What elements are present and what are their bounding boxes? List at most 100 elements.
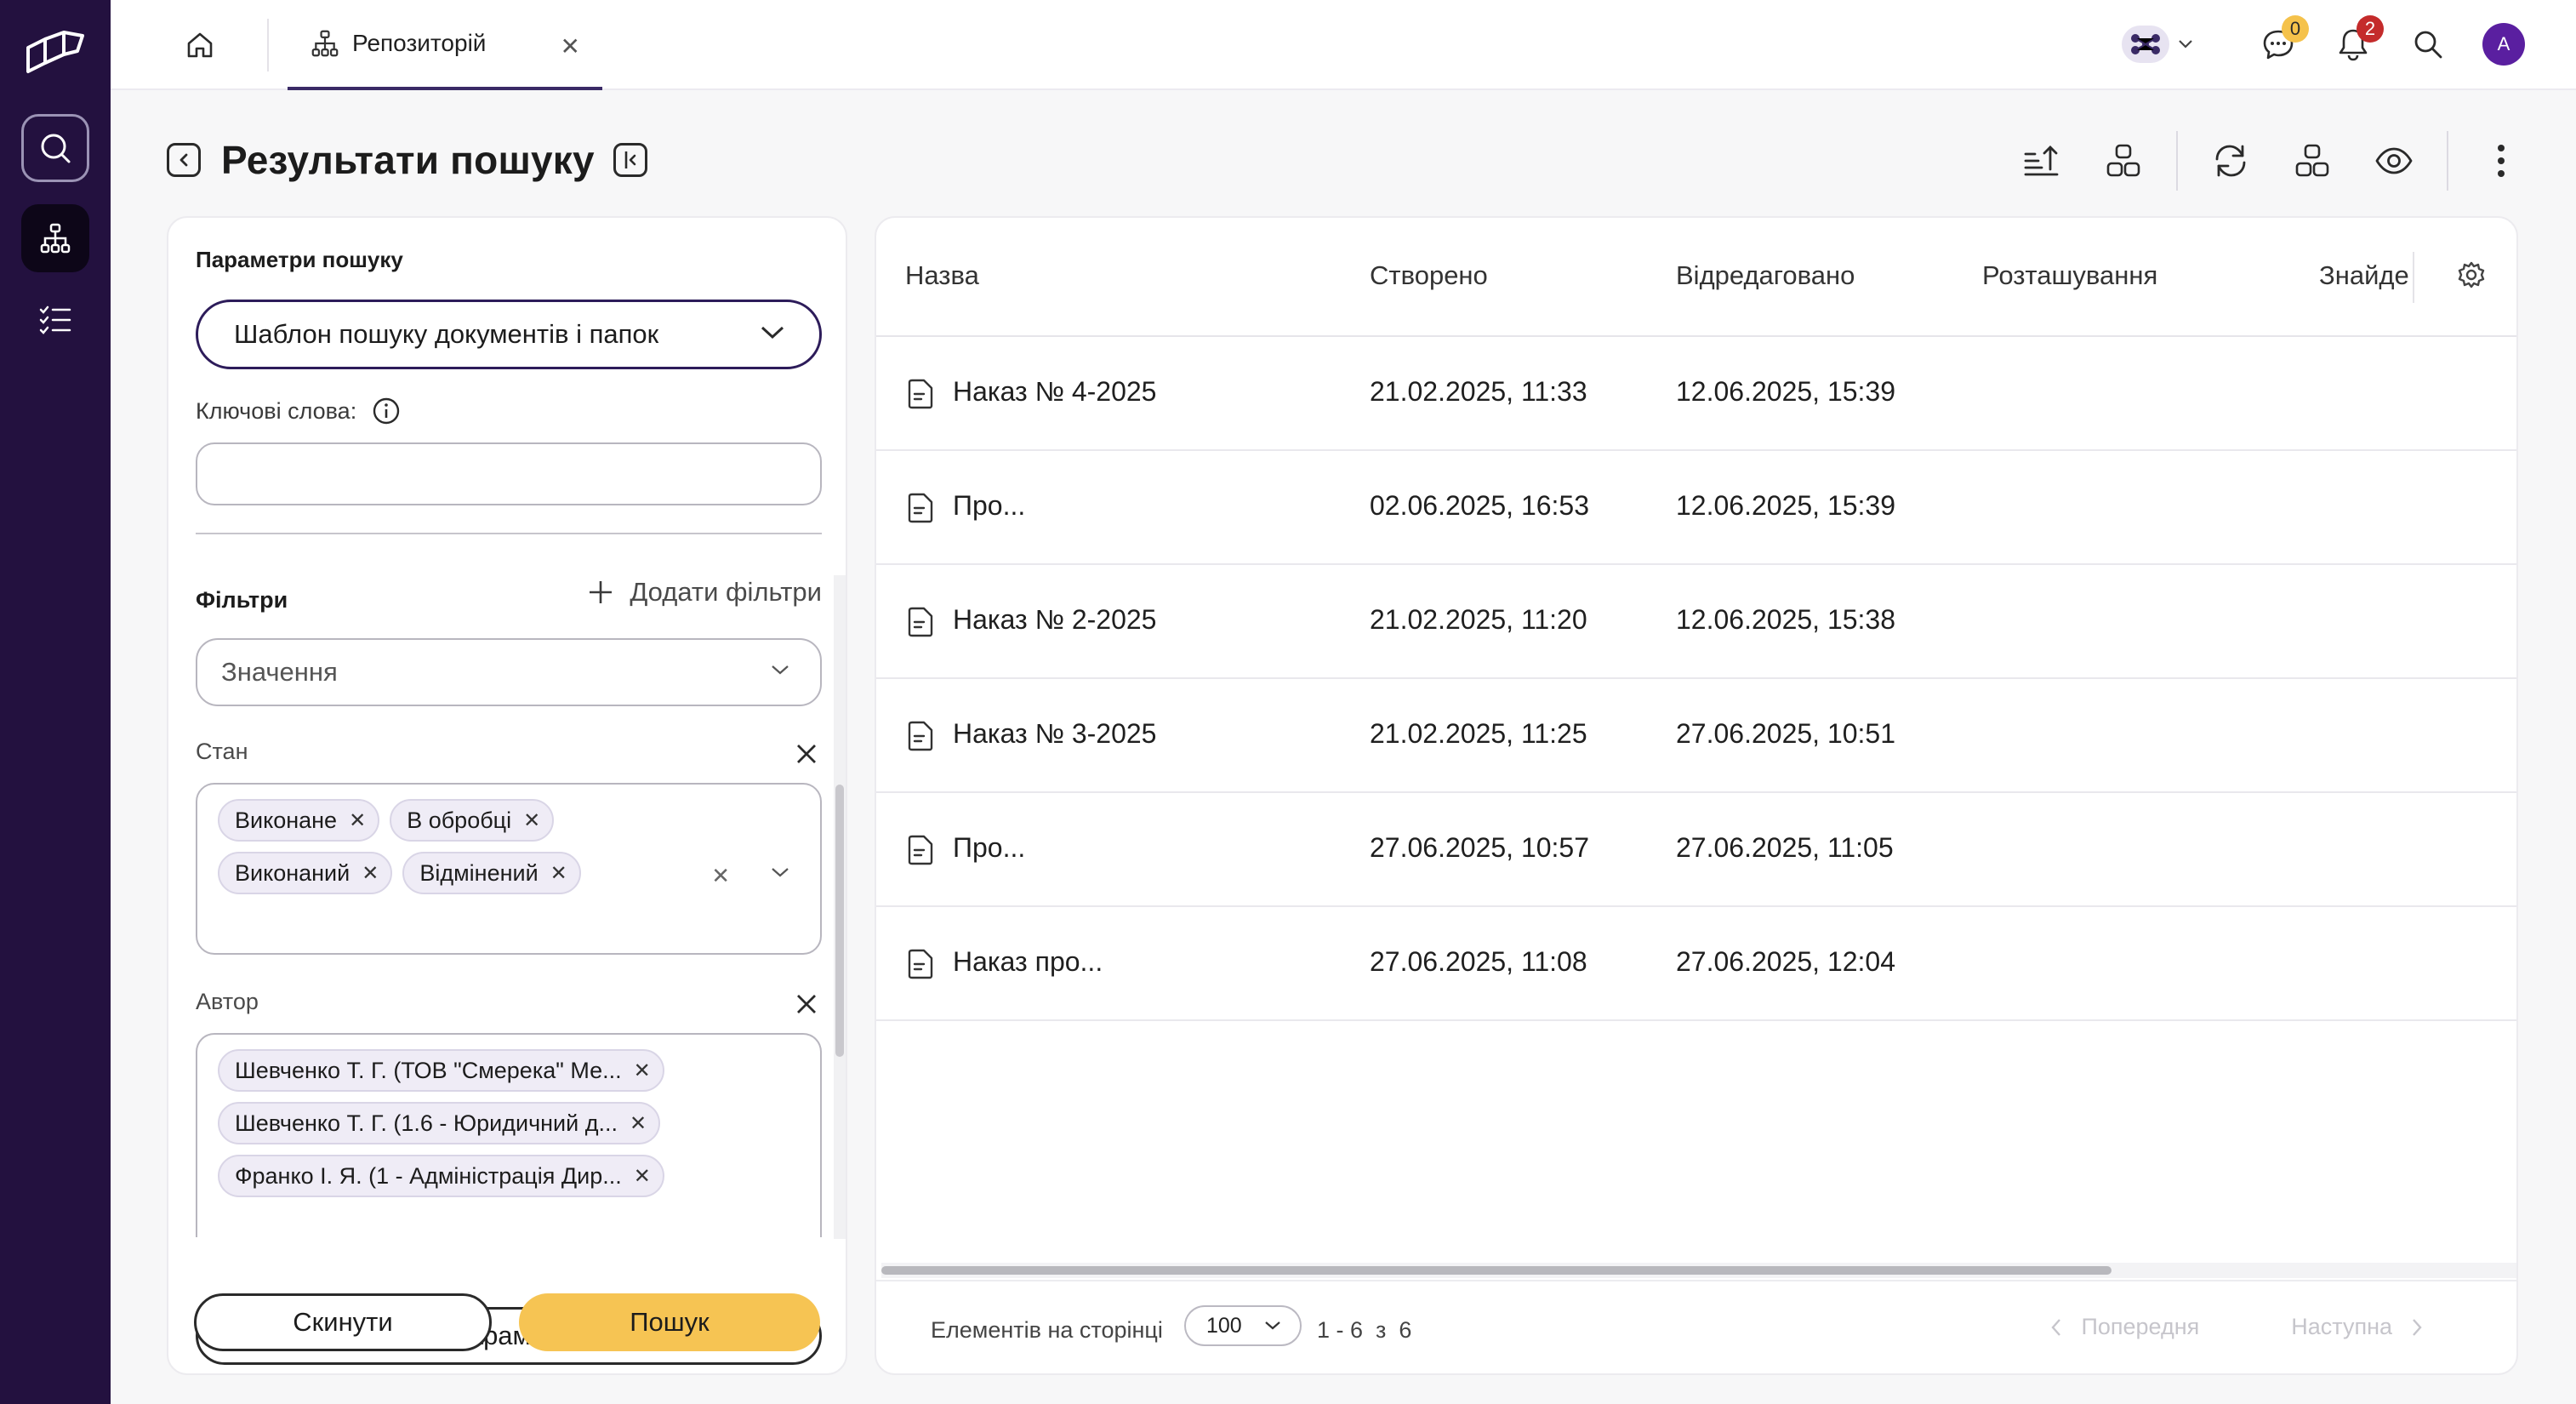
chevron-left-icon	[2051, 1318, 2061, 1336]
home-icon	[187, 32, 213, 58]
panel-scrollbar-thumb[interactable]	[835, 785, 844, 1057]
messages-button[interactable]: 0	[2254, 15, 2309, 68]
app-logo-icon[interactable]	[25, 29, 86, 77]
user-avatar[interactable]: A	[2482, 23, 2525, 66]
column-header-created[interactable]: Створено	[1370, 260, 1488, 291]
add-filters-button[interactable]: Додати фільтри	[587, 577, 822, 608]
search-button[interactable]: Пошук	[519, 1293, 820, 1351]
column-header-found[interactable]: Знайде	[2319, 260, 2413, 291]
search-template-select[interactable]: Шаблон пошуку документів і папок	[196, 300, 822, 369]
row-created: 02.06.2025, 16:53	[1370, 490, 1590, 521]
rail-search-button[interactable]	[21, 114, 89, 182]
chip-remove-icon[interactable]: ✕	[634, 1164, 651, 1189]
reset-button[interactable]: Скинути	[194, 1293, 492, 1351]
pagination-footer: Елементів на сторінці 100 1 - 6 з 6 Попе…	[876, 1280, 2516, 1373]
rail-repository-button[interactable]	[21, 204, 89, 272]
filter-value-placeholder: Значення	[221, 657, 338, 687]
next-page-button[interactable]: Наступна	[2291, 1314, 2423, 1340]
chip-state-completed: Виконаний ✕	[218, 852, 393, 894]
next-page-label: Наступна	[2291, 1314, 2392, 1339]
notifications-button[interactable]: 2	[2329, 15, 2384, 68]
chip-remove-icon[interactable]: ✕	[634, 1059, 651, 1083]
top-actions: 0 2 A	[2122, 15, 2525, 70]
tab-close-icon[interactable]: ✕	[561, 32, 580, 60]
table-row[interactable]: Наказ про... 27.06.2025, 11:08 27.06.202…	[876, 907, 2516, 1021]
collapse-panel-button[interactable]	[613, 143, 647, 177]
refresh-button[interactable]	[2207, 137, 2254, 185]
row-edited: 27.06.2025, 11:05	[1676, 832, 1894, 863]
chip-state-processing: В обробці ✕	[390, 799, 555, 842]
grid-icon	[2295, 144, 2329, 177]
page-title: Результати пошуку	[221, 138, 595, 182]
filter-value-select[interactable]: Значення	[196, 638, 822, 706]
row-name: Про...	[953, 490, 1026, 521]
chip-remove-icon[interactable]: ✕	[630, 1111, 647, 1136]
chevron-down-icon[interactable]	[771, 866, 789, 878]
chip-author: Франко І. Я. (1 - Адміністрація Дир... ✕	[218, 1155, 664, 1197]
global-search-button[interactable]	[2404, 20, 2452, 68]
table-row[interactable]: Про... 02.06.2025, 16:53 12.06.2025, 15:…	[876, 451, 2516, 565]
table-row[interactable]: Наказ № 4-2025 21.02.2025, 11:33 12.06.2…	[876, 337, 2516, 451]
author-filter-chips[interactable]: Шевченко Т. Г. (ТОВ "Смерека" Ме... ✕ Шев…	[196, 1033, 822, 1237]
workspace-switcher[interactable]	[2122, 26, 2193, 63]
table-row[interactable]: Про... 27.06.2025, 10:57 27.06.2025, 11:…	[876, 793, 2516, 907]
chevron-left-icon	[180, 153, 188, 167]
chip-remove-icon[interactable]: ✕	[362, 861, 379, 886]
chip-label: Виконане	[235, 807, 338, 833]
more-options-button[interactable]	[2477, 137, 2525, 185]
horizontal-scrollbar[interactable]	[881, 1263, 2516, 1278]
keywords-label: Ключові слова:	[196, 397, 401, 425]
remove-state-filter-button[interactable]	[791, 739, 822, 769]
column-header-name[interactable]: Назва	[905, 260, 979, 291]
table-row[interactable]: Наказ № 3-2025 21.02.2025, 11:25 27.06.2…	[876, 679, 2516, 793]
state-filter-chips[interactable]: Виконане ✕ В обробці ✕ Виконаний ✕ Відмінен…	[196, 783, 822, 955]
plus-icon	[590, 581, 613, 603]
chip-remove-icon[interactable]: ✕	[550, 861, 567, 886]
previous-page-button[interactable]: Попередня	[2050, 1314, 2199, 1340]
pager: Попередня Наступна	[2050, 1314, 2423, 1340]
main-content: Результати пошуку Параметри пошуку Шабло…	[111, 90, 2576, 1404]
rail-tasks-button[interactable]	[21, 294, 89, 345]
document-icon	[908, 607, 933, 637]
home-button[interactable]	[179, 24, 221, 66]
toolbar-separator	[2176, 131, 2178, 191]
messages-badge: 0	[2282, 15, 2309, 43]
chevron-down-icon	[772, 665, 789, 675]
sort-button[interactable]	[2018, 137, 2066, 185]
notifications-badge: 2	[2357, 15, 2384, 43]
horizontal-scrollbar-thumb[interactable]	[881, 1266, 2112, 1275]
column-settings-button[interactable]	[2457, 260, 2486, 294]
chevron-down-icon	[1265, 1321, 1280, 1330]
preview-button[interactable]	[2370, 137, 2418, 185]
tab-label: Репозиторій	[352, 30, 487, 56]
chevron-down-icon	[2179, 40, 2192, 49]
document-icon	[908, 949, 933, 979]
row-name: Наказ № 4-2025	[953, 376, 1157, 407]
per-page-select[interactable]: 100	[1184, 1305, 1302, 1346]
remove-author-filter-button[interactable]	[791, 989, 822, 1019]
clear-all-icon[interactable]: ✕	[711, 863, 730, 889]
info-icon[interactable]	[372, 397, 401, 425]
back-button[interactable]	[167, 143, 201, 177]
search-icon	[41, 134, 71, 163]
section-divider	[196, 533, 822, 534]
gear-icon	[2458, 261, 2485, 288]
document-icon	[908, 721, 933, 751]
add-filters-label: Додати фільтри	[630, 577, 822, 607]
tab-repository[interactable]: Репозиторій ✕	[288, 0, 602, 90]
hierarchy-icon	[40, 223, 71, 254]
author-filter-label: Автор	[196, 989, 259, 1014]
results-toolbar	[1984, 123, 2525, 199]
sort-icon	[2024, 146, 2059, 176]
column-header-location[interactable]: Розташування	[1982, 260, 2157, 291]
row-edited: 27.06.2025, 10:51	[1676, 718, 1896, 749]
view-mode-button[interactable]	[2288, 137, 2336, 185]
chip-remove-icon[interactable]: ✕	[349, 808, 366, 833]
table-row[interactable]: Наказ № 2-2025 21.02.2025, 11:20 12.06.2…	[876, 565, 2516, 679]
group-button[interactable]	[2100, 137, 2147, 185]
keywords-input[interactable]	[196, 442, 822, 505]
column-header-edited[interactable]: Відредаговано	[1676, 260, 1855, 291]
chevron-down-icon	[761, 326, 784, 340]
chip-remove-icon[interactable]: ✕	[523, 808, 540, 833]
document-icon	[908, 493, 933, 523]
